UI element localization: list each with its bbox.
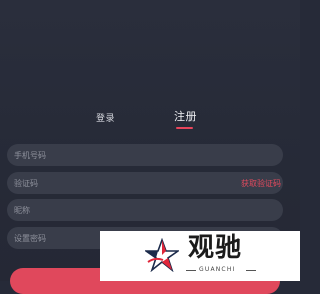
watermark-subtitle: GUANCHI bbox=[186, 265, 256, 275]
tab-login[interactable]: 登录 bbox=[96, 111, 115, 124]
phone-input[interactable] bbox=[14, 144, 214, 166]
verification-code-field: 获取验证码 bbox=[7, 172, 283, 194]
nickname-input[interactable] bbox=[14, 199, 214, 221]
watermark: 观驰 GUANCHI bbox=[100, 231, 300, 281]
verification-code-input[interactable] bbox=[14, 172, 214, 194]
tab-register[interactable]: 注册 bbox=[174, 108, 197, 124]
get-code-button[interactable]: 获取验证码 bbox=[241, 178, 281, 189]
divider bbox=[186, 270, 196, 271]
register-screen: 登录 注册 获取验证码 观驰 GUANCHI bbox=[0, 0, 300, 294]
phone-field bbox=[7, 144, 283, 166]
divider bbox=[246, 270, 256, 271]
nickname-field bbox=[7, 199, 283, 221]
active-tab-indicator bbox=[176, 127, 193, 129]
watermark-title: 观驰 bbox=[188, 233, 243, 263]
watermark-subtitle-text: GUANCHI bbox=[199, 266, 236, 273]
auth-tabs: 登录 注册 bbox=[0, 108, 300, 132]
star-logo-icon bbox=[145, 238, 179, 272]
